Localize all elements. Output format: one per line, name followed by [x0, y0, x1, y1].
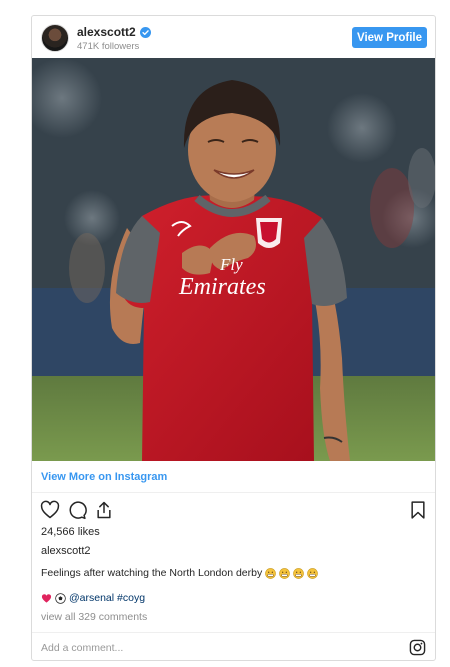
- view-more-link[interactable]: View More on Instagram: [41, 471, 167, 483]
- hashtags-row: @arsenal #coyg: [41, 592, 145, 604]
- user-info: alexscott2 471K followers: [77, 25, 151, 52]
- grimacing-face-icon: [279, 567, 291, 579]
- hashtags-text[interactable]: @arsenal #coyg: [69, 592, 145, 604]
- heart-icon[interactable]: [40, 500, 60, 520]
- comment-input[interactable]: [41, 641, 381, 654]
- share-icon[interactable]: [94, 500, 114, 520]
- jersey-sponsor-line2: Emirates: [178, 274, 266, 300]
- view-more-bar: View More on Instagram: [32, 461, 435, 493]
- caption: Feelings after watching the North London…: [41, 567, 319, 579]
- username[interactable]: alexscott2: [77, 25, 136, 39]
- like-count: 24,566 likes: [41, 526, 100, 538]
- caption-text: Feelings after watching the North London…: [41, 567, 263, 579]
- follower-count: 471K followers: [77, 41, 140, 52]
- red-heart-icon: [41, 593, 52, 603]
- view-all-comments-link[interactable]: view all 329 comments: [41, 611, 147, 623]
- grimacing-face-icon: [265, 567, 277, 579]
- grimacing-face-icon: [293, 567, 305, 579]
- caption-author[interactable]: alexscott2: [41, 545, 91, 557]
- grimacing-face-icon: [307, 567, 319, 579]
- post-photo[interactable]: Fly Emirates: [32, 58, 435, 461]
- comment-icon[interactable]: [67, 500, 87, 520]
- action-bar: [32, 496, 435, 524]
- instagram-embed-card: alexscott2 471K followers View Profile F…: [31, 15, 436, 661]
- avatar[interactable]: [41, 24, 69, 52]
- view-profile-button[interactable]: View Profile: [352, 27, 427, 48]
- bookmark-icon[interactable]: [408, 500, 428, 520]
- verified-badge-icon: [139, 26, 151, 38]
- add-comment-bar: [32, 632, 435, 660]
- instagram-logo-icon[interactable]: [409, 639, 426, 656]
- post-header: alexscott2 471K followers View Profile: [32, 16, 435, 58]
- soccer-ball-icon: [55, 592, 66, 604]
- photo-illustration: Fly Emirates: [32, 58, 435, 461]
- username-row: alexscott2: [77, 25, 151, 39]
- jersey-sponsor-line1: Fly: [219, 255, 243, 274]
